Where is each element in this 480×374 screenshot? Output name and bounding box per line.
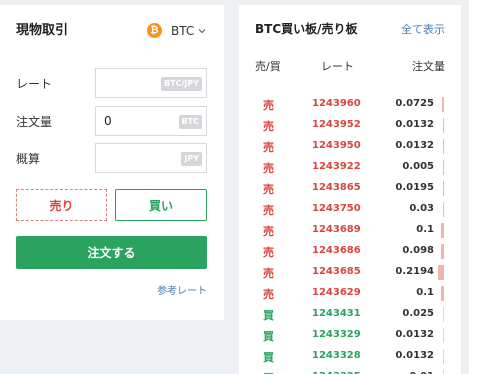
order-rate: 1243329 <box>312 329 361 340</box>
quantity-unit-tag: BTC <box>178 115 202 129</box>
estimate-unit-tag: JPY <box>181 152 202 166</box>
currency-select[interactable]: ₿ BTC <box>147 23 206 38</box>
order-quantity: 0.1 <box>416 287 434 298</box>
order-quantity: 0.1 <box>416 224 434 235</box>
order-rate: 1243952 <box>312 119 361 130</box>
rate-input[interactable]: BTC/JPY <box>95 68 207 98</box>
order-side: 買 <box>263 309 274 322</box>
order-quantity: 0.098 <box>402 245 434 256</box>
buy-order-row[interactable]: 買12433250.01 <box>239 367 461 374</box>
column-header-rate: レート <box>321 60 354 73</box>
depth-bar <box>443 139 444 154</box>
order-quantity: 0.0195 <box>395 182 434 193</box>
order-side: 売 <box>263 141 274 154</box>
order-side: 売 <box>263 267 274 280</box>
rate-unit-tag: BTC/JPY <box>161 77 202 91</box>
order-side: 売 <box>263 204 274 217</box>
bitcoin-icon: ₿ <box>147 23 162 38</box>
page-edge-panel <box>469 0 480 374</box>
orderbook-panel: BTC買い板/売り板 全て表示 売/買 レート 注文量 売 1243960 0.07… <box>239 5 461 374</box>
order-quantity: 0.0132 <box>395 140 434 151</box>
depth-bar <box>443 160 444 175</box>
order-side: 売 <box>263 183 274 196</box>
depth-bar <box>441 244 444 259</box>
trade-title: 現物取引 <box>16 23 69 38</box>
order-rate: 1243328 <box>312 350 361 361</box>
depth-bar <box>441 223 444 238</box>
order-rate: 1243950 <box>312 140 361 151</box>
order-rate: 1243431 <box>312 308 361 319</box>
depth-bar <box>443 181 444 196</box>
order-side: 売 <box>263 246 274 259</box>
buy-order-row[interactable]: 買 1243431 0.025 <box>239 304 461 325</box>
column-header-side: 売/買 <box>255 60 281 73</box>
depth-bar <box>443 349 444 364</box>
depth-bar <box>443 307 444 322</box>
buy-order-row[interactable]: 買 1243328 0.0132 <box>239 346 461 367</box>
order-quantity: 0.03 <box>409 203 434 214</box>
order-side: 売 <box>263 99 274 112</box>
sell-button[interactable]: 売り <box>16 189 107 221</box>
place-order-button[interactable]: 注文する <box>16 236 207 269</box>
order-quantity: 0.0132 <box>395 329 434 340</box>
sell-order-row[interactable]: 売 1243865 0.0195 <box>239 178 461 199</box>
order-rate: 1243685 <box>312 266 361 277</box>
quantity-field-row: 注文量 0 BTC <box>16 106 207 136</box>
depth-bar <box>438 265 444 280</box>
sell-order-row[interactable]: 売 1243952 0.0132 <box>239 115 461 136</box>
sell-order-row[interactable]: 売 1243750 0.03 <box>239 199 461 220</box>
chevron-down-icon <box>198 28 206 33</box>
order-quantity: 0.0725 <box>395 98 434 109</box>
sell-order-row[interactable]: 売 1243686 0.098 <box>239 241 461 262</box>
estimate-label: 概算 <box>16 152 41 166</box>
depth-bar <box>441 286 444 301</box>
depth-bar <box>443 202 444 217</box>
order-rate: 1243689 <box>312 224 361 235</box>
column-header-quantity: 注文量 <box>412 60 445 73</box>
order-quantity: 0.025 <box>402 308 434 319</box>
order-side: 売 <box>263 162 274 175</box>
order-side: 売 <box>263 225 274 238</box>
order-side: 売 <box>263 288 274 301</box>
depth-bar <box>443 370 444 374</box>
rate-label: レート <box>16 77 53 91</box>
order-side: 買 <box>263 370 274 374</box>
orderbook-rows: 売 1243960 0.0725 売 1243952 0.0132 売 1243950 0.01… <box>239 94 461 374</box>
sell-order-row[interactable]: 売 1243685 0.2194 <box>239 262 461 283</box>
order-quantity: 0.2194 <box>395 266 434 277</box>
trade-panel: 現物取引 ₿ BTC レート BTC/JPY 注文量 0 BTC 概算 JPY … <box>0 5 224 320</box>
orderbook-title: BTC買い板/売り板 <box>255 22 358 36</box>
quantity-input-value: 0 <box>104 114 112 128</box>
reference-rate-link[interactable]: 参考レート <box>157 282 207 297</box>
order-side: 売 <box>263 120 274 133</box>
sell-order-row[interactable]: 売 1243689 0.1 <box>239 220 461 241</box>
currency-label: BTC <box>171 23 195 38</box>
sell-order-row[interactable]: 売 1243960 0.0725 <box>239 94 461 115</box>
sell-order-row[interactable]: 売 1243629 0.1 <box>239 283 461 304</box>
buy-order-row[interactable]: 買 1243329 0.0132 <box>239 325 461 346</box>
show-all-link[interactable]: 全て表示 <box>401 21 445 37</box>
depth-bar <box>443 328 444 343</box>
order-quantity: 0.0132 <box>395 119 434 130</box>
rate-field-row: レート BTC/JPY <box>16 68 207 98</box>
buy-button[interactable]: 買い <box>115 189 207 221</box>
order-side: 買 <box>263 351 274 364</box>
estimate-field-row: 概算 JPY <box>16 143 207 173</box>
depth-bar <box>442 97 444 112</box>
order-side: 買 <box>263 330 274 343</box>
estimate-input[interactable]: JPY <box>95 143 207 173</box>
order-quantity: 0.0132 <box>395 350 434 361</box>
order-rate: 1243960 <box>312 98 361 109</box>
order-rate: 1243629 <box>312 287 361 298</box>
quantity-input[interactable]: 0 BTC <box>95 106 207 136</box>
order-rate: 1243750 <box>312 203 361 214</box>
order-rate: 1243686 <box>312 245 361 256</box>
quantity-label: 注文量 <box>16 115 53 129</box>
sell-order-row[interactable]: 売 1243922 0.005 <box>239 157 461 178</box>
order-rate: 1243865 <box>312 182 361 193</box>
sell-order-row[interactable]: 売 1243950 0.0132 <box>239 136 461 157</box>
depth-bar <box>443 118 444 133</box>
order-rate: 1243922 <box>312 161 361 172</box>
order-quantity: 0.005 <box>402 161 434 172</box>
